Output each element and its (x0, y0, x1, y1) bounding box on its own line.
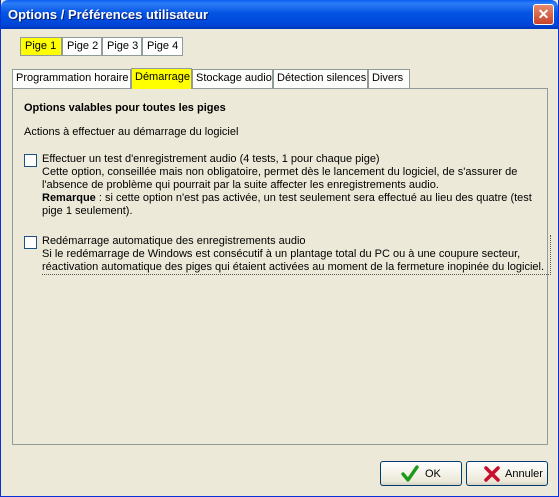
ok-label: OK (425, 468, 441, 480)
dialog-body: Pige 1 Pige 2 Pige 3 Pige 4 Programmatio… (4, 29, 555, 493)
close-icon: ✕ (537, 6, 550, 22)
audio-test-description: Cette option, conseillée mais non obliga… (42, 166, 518, 191)
demarrage-panel: Options valables pour toutes les piges A… (12, 88, 551, 445)
tab-demarrage[interactable]: Démarrage (131, 68, 192, 89)
checkmark-icon (401, 465, 419, 482)
audio-test-label[interactable]: Effectuer un test d'enregistrement audio… (42, 153, 380, 165)
close-button[interactable]: ✕ (533, 4, 554, 25)
audio-test-text: Effectuer un test d'enregistrement audio… (42, 153, 548, 218)
auto-restart-text: Redémarrage automatique des enregistreme… (42, 235, 551, 275)
title-bar[interactable]: Options / Préférences utilisateur ✕ (1, 0, 558, 29)
ok-button[interactable]: OK (380, 461, 462, 486)
cancel-label: Annuler (505, 468, 543, 480)
cross-icon (484, 466, 500, 482)
tab-programmation-horaire[interactable]: Programmation horaire (12, 69, 131, 88)
section-title: Options valables pour toutes les piges (24, 102, 226, 114)
tab-pige-3[interactable]: Pige 3 (102, 37, 142, 56)
auto-restart-label[interactable]: Redémarrage automatique des enregistreme… (42, 235, 306, 247)
tab-detection-silences[interactable]: Détection silences (273, 69, 368, 88)
remark-label: Remarque (42, 192, 96, 204)
tab-divers[interactable]: Divers (368, 69, 410, 88)
tab-pige-1[interactable]: Pige 1 (20, 37, 62, 56)
tab-pige-2[interactable]: Pige 2 (62, 37, 102, 56)
cancel-button[interactable]: Annuler (466, 461, 548, 486)
window-title: Options / Préférences utilisateur (8, 7, 209, 22)
actions-label: Actions à effectuer au démarrage du logi… (24, 126, 239, 138)
tab-pige-4[interactable]: Pige 4 (142, 37, 183, 56)
tab-stockage-audio[interactable]: Stockage audio (192, 69, 273, 88)
options-window: Options / Préférences utilisateur ✕ Pige… (0, 0, 559, 497)
auto-restart-checkbox[interactable] (24, 236, 37, 249)
remark-text: : si cette option n'est pas activée, un … (42, 192, 532, 217)
audio-test-checkbox[interactable] (24, 154, 37, 167)
auto-restart-description: Si le redémarrage de Windows est consécu… (42, 248, 545, 273)
